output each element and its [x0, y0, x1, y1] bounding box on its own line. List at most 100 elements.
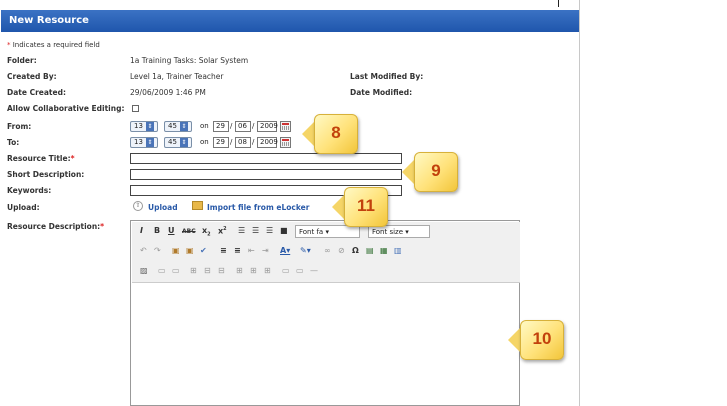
subscript-button[interactable]: x2 — [202, 226, 211, 238]
date-separator: / — [230, 138, 233, 146]
callout-9: 9 — [402, 152, 458, 192]
to-minute-value: 45 — [168, 138, 177, 146]
insert-row-icon[interactable]: ⊞ — [190, 266, 197, 275]
folder-icon[interactable] — [192, 201, 203, 210]
horizontal-rule-icon[interactable]: ▭ — [282, 266, 290, 275]
top-edge-tick — [558, 0, 559, 7]
font-family-value: Font fa — [299, 228, 324, 236]
to-minute-select[interactable]: 45 ⇕ — [164, 137, 192, 148]
new-resource-dialog: New Resource * Indicates a required fiel… — [0, 0, 727, 406]
to-year-field[interactable]: 2009 — [257, 137, 278, 148]
calendar-icon[interactable] — [280, 121, 291, 132]
upload-link[interactable]: Upload — [148, 203, 178, 212]
date-created-label: Date Created: — [7, 88, 66, 97]
date-separator: / — [230, 122, 233, 130]
rich-text-editor[interactable]: I B U ABC x2 x2 ☰ ☰ ☰ ■ Font fa ▾ Font s… — [130, 220, 520, 406]
calendar-icon[interactable] — [280, 137, 291, 148]
split-cell-icon[interactable]: ⊞ — [264, 266, 271, 275]
resource-description-label-text: Resource Description: — [7, 222, 101, 231]
callout-number: 10 — [532, 329, 552, 348]
strikethrough-button[interactable]: ABC — [182, 228, 196, 235]
from-hour-select[interactable]: 13 ⇕ — [130, 121, 158, 132]
callout-number: 8 — [331, 123, 341, 142]
from-on-text: on — [200, 122, 209, 130]
remove-format-icon[interactable]: ▭ — [296, 266, 304, 275]
merge-cells-icon[interactable]: ⊞ — [250, 266, 257, 275]
align-center-icon[interactable]: ☰ — [252, 226, 259, 235]
required-star: * — [70, 154, 75, 163]
undo-icon[interactable]: ↶ — [140, 246, 147, 255]
hr-line-icon[interactable]: — — [310, 266, 318, 275]
editor-toolbar-divider — [132, 282, 520, 283]
to-day-field[interactable]: 29 — [213, 137, 229, 148]
text-color-icon[interactable]: A▾ — [280, 246, 290, 255]
spinner-arrow-icon: ⇕ — [179, 122, 188, 131]
outdent-icon[interactable]: ⇤ — [248, 246, 255, 255]
date-created-value: 29/06/2009 1:46 PM — [130, 88, 206, 97]
folder-label: Folder: — [7, 56, 37, 65]
resource-title-label-text: Resource Title: — [7, 154, 71, 163]
delete-col-icon[interactable]: ⊟ — [218, 266, 225, 275]
resource-title-input[interactable] — [130, 153, 402, 164]
insert-col-icon[interactable]: ⊞ — [236, 266, 243, 275]
media-icon[interactable]: ▤ — [366, 246, 374, 255]
editor-toolbar-row-2: ↶ ↷ ▣ ▣ ✔ ≡ ≡ ⇤ ⇥ A▾ ✎▾ ∞ ⊘ Ω ▤ ▦ ▥ — [132, 242, 520, 262]
last-modified-by-label: Last Modified By: — [350, 72, 424, 81]
image-icon[interactable]: ▦ — [380, 246, 388, 255]
table-edit-icon[interactable]: ▨ — [140, 266, 148, 275]
date-separator: / — [252, 122, 255, 130]
required-star: * — [100, 222, 105, 231]
dialog-right-border — [579, 0, 580, 406]
to-label: To: — [7, 138, 20, 147]
to-on-text: on — [200, 138, 209, 146]
import-elocker-link[interactable]: Import file from eLocker — [207, 203, 309, 212]
table-props-icon[interactable]: ▭ — [158, 266, 166, 275]
align-right-icon[interactable]: ☰ — [266, 226, 273, 235]
html-source-icon[interactable]: ▥ — [394, 246, 402, 255]
spinner-arrow-icon: ⇕ — [145, 138, 154, 147]
from-day-field[interactable]: 29 — [213, 121, 229, 132]
created-by-label: Created By: — [7, 72, 57, 81]
cell-props-icon[interactable]: ▭ — [172, 266, 180, 275]
collab-editing-checkbox[interactable] — [132, 105, 139, 112]
align-left-icon[interactable]: ☰ — [238, 226, 245, 235]
bold-button[interactable]: B — [154, 226, 160, 235]
paste-icon[interactable]: ▣ — [172, 246, 180, 255]
short-description-input[interactable] — [130, 169, 402, 180]
callout-10: 10 — [508, 320, 564, 360]
required-note: * Indicates a required field — [7, 41, 100, 49]
window-title: New Resource — [1, 10, 579, 32]
upload-icon[interactable]: ⇧ — [133, 201, 143, 211]
align-justify-icon[interactable]: ■ — [280, 226, 288, 235]
from-month-field[interactable]: 06 — [235, 121, 251, 132]
indent-icon[interactable]: ⇥ — [262, 246, 269, 255]
link-icon[interactable]: ∞ — [324, 246, 331, 255]
from-minute-select[interactable]: 45 ⇕ — [164, 121, 192, 132]
superscript-button[interactable]: x2 — [218, 226, 227, 236]
clean-format-icon[interactable]: ✔ — [200, 246, 207, 255]
numbered-list-icon[interactable]: ≡ — [234, 246, 241, 255]
redo-icon[interactable]: ↷ — [154, 246, 161, 255]
from-year-field[interactable]: 2009 — [257, 121, 278, 132]
from-hour-value: 13 — [134, 122, 143, 130]
unlink-icon[interactable]: ⊘ — [338, 246, 345, 255]
callout-8: 8 — [302, 114, 358, 154]
special-char-icon[interactable]: Ω — [352, 246, 359, 255]
delete-row-icon[interactable]: ⊟ — [204, 266, 211, 275]
underline-button[interactable]: U — [168, 226, 175, 235]
callout-number: 9 — [431, 161, 441, 180]
italic-button[interactable]: I — [140, 226, 143, 235]
required-note-text: Indicates a required field — [12, 41, 100, 49]
resource-title-label: Resource Title:* — [7, 154, 75, 163]
editor-toolbar-row-3: ▨ ▭ ▭ ⊞ ⊟ ⊟ ⊞ ⊞ ⊞ ▭ ▭ — — [132, 262, 520, 282]
spinner-arrow-icon: ⇕ — [145, 122, 154, 131]
paste-text-icon[interactable]: ▣ — [186, 246, 194, 255]
highlight-color-icon[interactable]: ✎▾ — [300, 246, 311, 255]
bullet-list-icon[interactable]: ≡ — [220, 246, 227, 255]
date-modified-label: Date Modified: — [350, 88, 413, 97]
to-hour-select[interactable]: 13 ⇕ — [130, 137, 158, 148]
collab-editing-label: Allow Collaborative Editing: — [7, 104, 125, 113]
to-month-field[interactable]: 08 — [235, 137, 251, 148]
required-star: * — [7, 41, 11, 49]
from-label: From: — [7, 122, 32, 131]
